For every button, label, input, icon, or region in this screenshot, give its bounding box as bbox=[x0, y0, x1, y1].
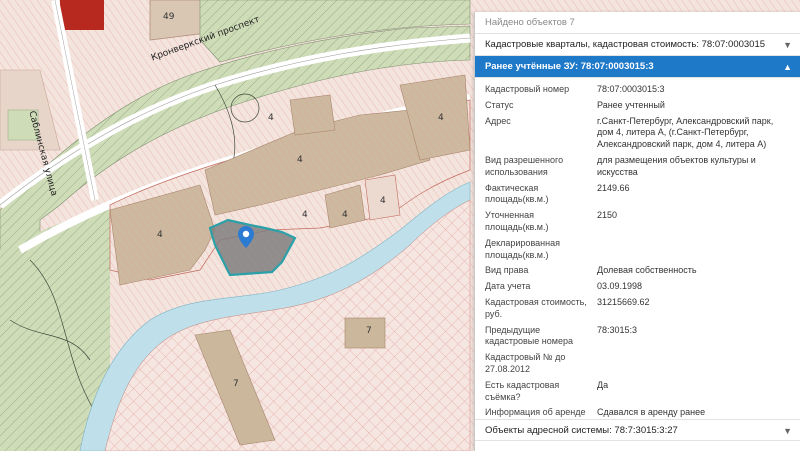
section-previously-registered-plots[interactable]: Ранее учтённые ЗУ: 78:07:0003015:3 ▲ bbox=[475, 56, 800, 78]
property-value: для размещения объектов культуры и искус… bbox=[597, 154, 756, 177]
section-cadastral-quarters[interactable]: Кадастровые кварталы, кадастровая стоимо… bbox=[475, 34, 800, 56]
info-panel: Найдено объектов 7 Кадастровые кварталы,… bbox=[474, 12, 800, 451]
property-key: Вид разрешенного использования bbox=[485, 154, 564, 177]
property-key: Дата учета bbox=[485, 281, 531, 292]
property-key: Статус bbox=[485, 99, 514, 110]
property-value: 03.09.1998 bbox=[597, 281, 643, 292]
chevron-down-icon: ▼ bbox=[783, 40, 792, 50]
property-key: Есть кадастровая съёмка? bbox=[485, 379, 560, 402]
property-value: 2150 bbox=[597, 210, 618, 221]
property-key: Адрес bbox=[485, 115, 511, 126]
property-key: Уточненная площадь(кв.м.) bbox=[485, 210, 549, 232]
property-value: Сдавался в аренду ранее bbox=[597, 407, 706, 418]
property-value: 31215669.62 bbox=[597, 296, 650, 307]
property-row: Уточненная площадь(кв.м.) 2150 bbox=[485, 208, 790, 236]
property-row: Дата учета 03.09.1998 bbox=[485, 279, 790, 295]
property-value: 78:07:0003015:3 bbox=[597, 84, 665, 94]
section-label: Ранее учтённые ЗУ: 78:07:0003015:3 bbox=[485, 61, 654, 72]
property-row: Кадастровый № до 27.08.2012 bbox=[485, 350, 790, 378]
property-key: Вид права bbox=[485, 265, 529, 276]
section-label: Кадастровые кварталы, кадастровая стоимо… bbox=[485, 39, 766, 50]
property-key: Кадастровый № до 27.08.2012 bbox=[485, 352, 566, 374]
chevron-up-icon: ▲ bbox=[783, 62, 792, 72]
property-key: Кадастровая стоимость, руб. bbox=[485, 296, 587, 319]
property-value bbox=[597, 352, 790, 376]
property-value: 2149.66 bbox=[597, 182, 630, 193]
property-row: Адрес г.Санкт-Петербург, Александровский … bbox=[485, 114, 790, 153]
property-key: Предыдущие кадастровые номера bbox=[485, 324, 573, 347]
property-value: г.Санкт-Петербург, Александровский парк,… bbox=[597, 115, 774, 150]
property-row: Вид права Долевая собственность bbox=[485, 263, 790, 279]
found-count: Найдено объектов 7 bbox=[475, 12, 800, 34]
property-value: Да bbox=[597, 379, 609, 390]
property-key: Кадастровый номер bbox=[485, 84, 570, 94]
chevron-down-icon: ▼ bbox=[783, 426, 792, 436]
property-row: Фактическая площадь(кв.м.) 2149.66 bbox=[485, 181, 790, 209]
property-row: Предыдущие кадастровые номера 78:3015:3 bbox=[485, 323, 790, 351]
property-value: Долевая собственность bbox=[597, 265, 697, 276]
property-row: Кадастровая стоимость, руб. 31215669.62 bbox=[485, 295, 790, 323]
property-key: Декларированная площадь(кв.м.) bbox=[485, 237, 560, 260]
property-value: 78:3015:3 bbox=[597, 324, 638, 335]
property-row: Вид разрешенного использования для размещ… bbox=[485, 153, 790, 181]
property-row: Есть кадастровая съёмка? Да bbox=[485, 378, 790, 406]
property-value bbox=[597, 238, 790, 262]
property-key: Фактическая площадь(кв.м.) bbox=[485, 182, 549, 205]
section-label: Объекты адресной системы: 78:7:3015:3:27 bbox=[485, 425, 678, 436]
property-row: Декларированная площадь(кв.м.) bbox=[485, 236, 790, 264]
section-address-objects[interactable]: Объекты адресной системы: 78:7:3015:3:27… bbox=[475, 419, 800, 441]
properties-list: Кадастровый номер 78:07:0003015:3 Статус Р… bbox=[475, 78, 800, 421]
property-row: Статус Ранее учтенный bbox=[485, 98, 790, 114]
property-value: Ранее учтенный bbox=[597, 99, 665, 110]
map-marker-icon[interactable] bbox=[238, 226, 254, 248]
property-key: Информация об аренде bbox=[485, 407, 586, 418]
property-row: Кадастровый номер 78:07:0003015:3 bbox=[485, 82, 790, 98]
